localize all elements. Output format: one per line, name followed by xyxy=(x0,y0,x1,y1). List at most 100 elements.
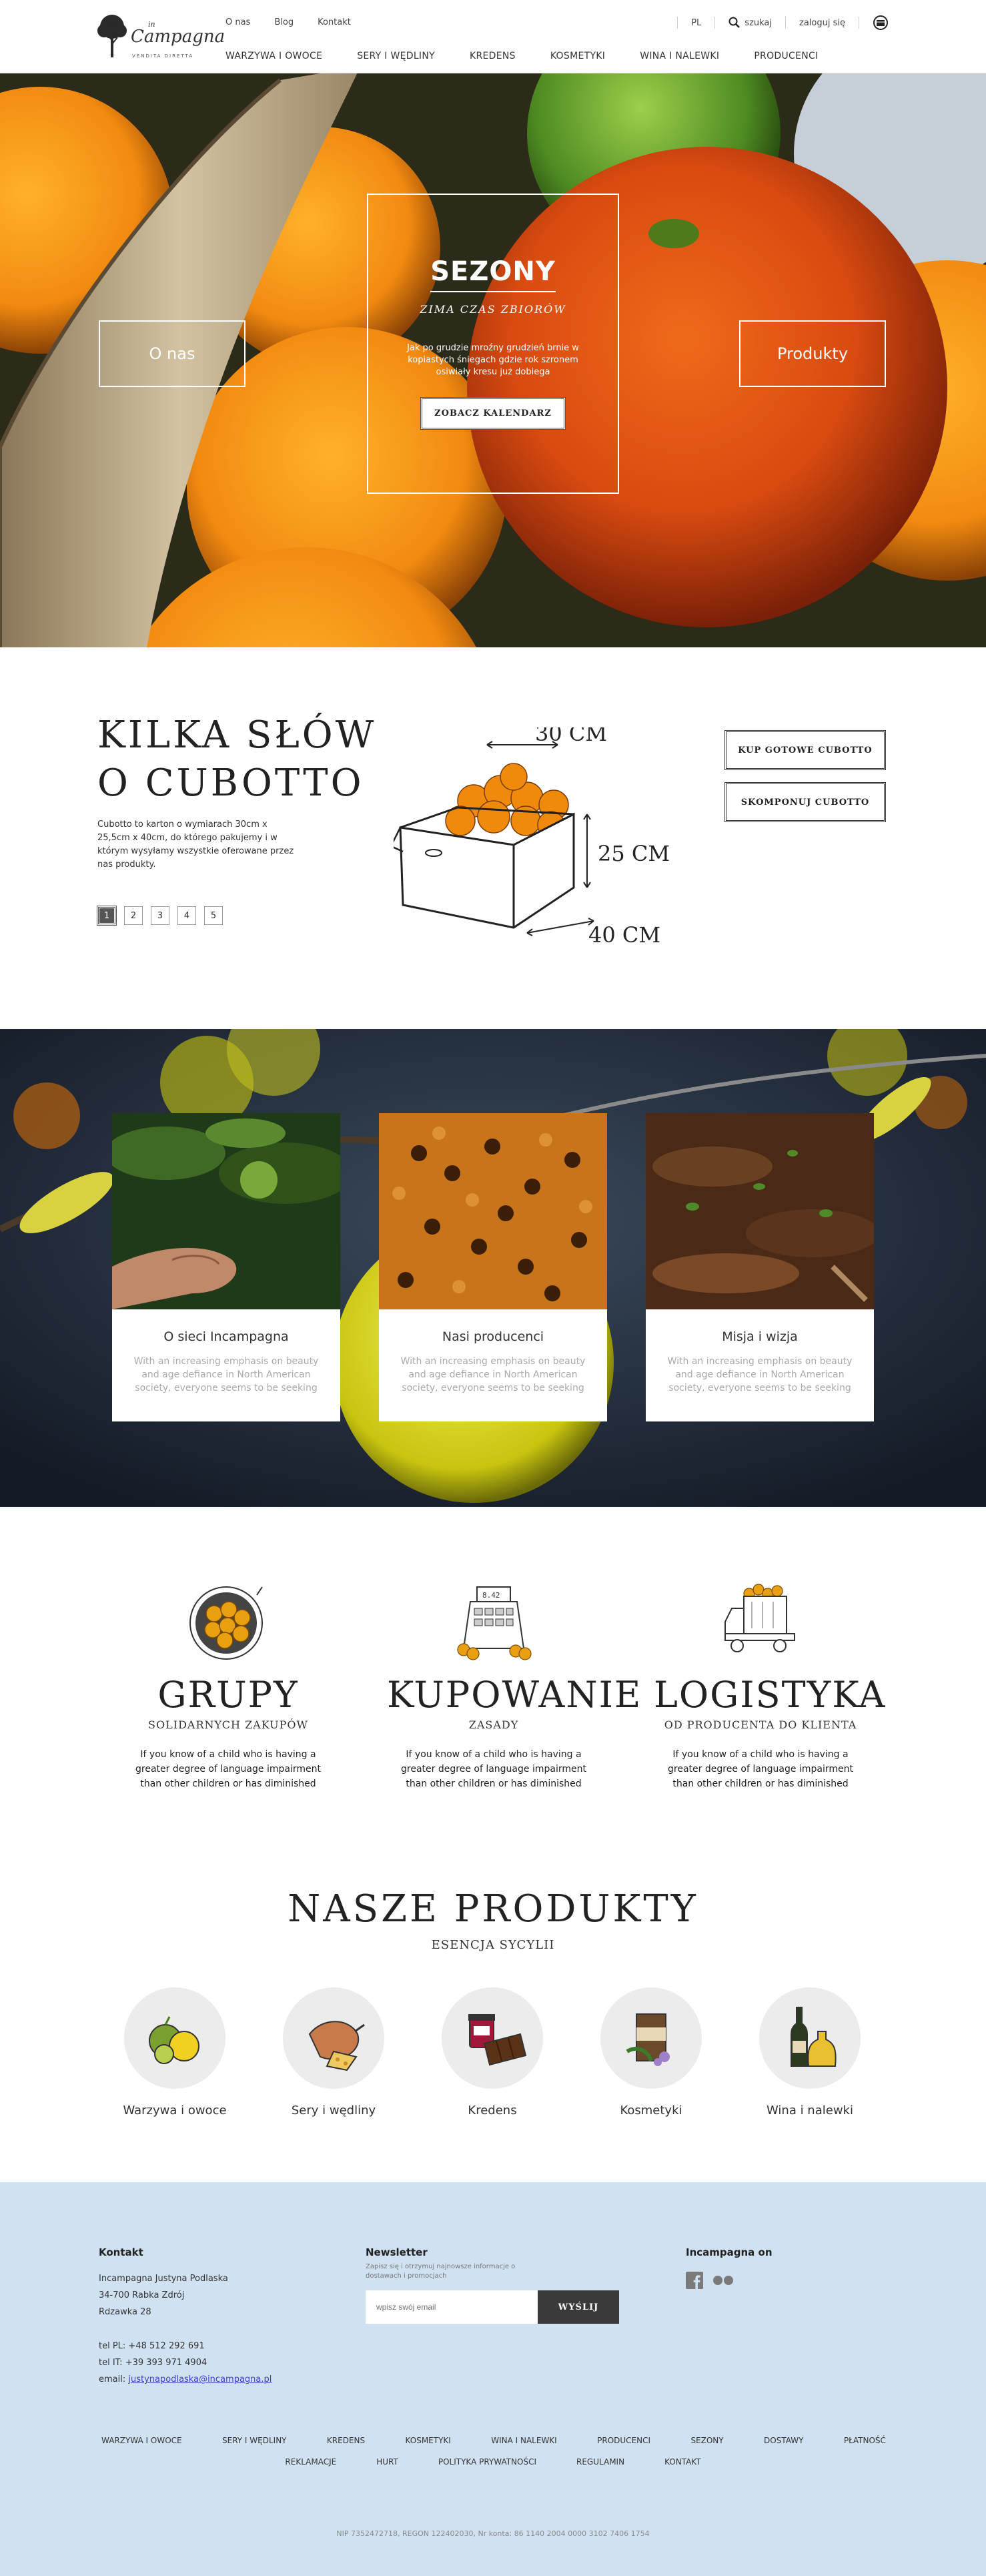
cart-box-icon[interactable] xyxy=(873,15,889,31)
footer-link-wina[interactable]: WINA I NALEWKI xyxy=(491,2436,556,2445)
page-button-5[interactable]: 5 xyxy=(204,906,223,925)
phone-it: tel IT: +39 393 971 4904 xyxy=(99,2358,207,2368)
footer-link-kosmetyki[interactable]: KOSMETYKI xyxy=(406,2436,451,2445)
cash-register-icon: 8.42 xyxy=(457,1586,532,1660)
nav-kredens[interactable]: KREDENS xyxy=(470,51,516,61)
footer-link-kredens[interactable]: KREDENS xyxy=(327,2436,365,2445)
facebook-icon[interactable] xyxy=(686,2272,703,2289)
card-image-soil-sprouts xyxy=(646,1113,874,1309)
card-text: With an increasing emphasis on beauty an… xyxy=(667,1356,853,1393)
nav-producenci[interactable]: PRODUCENCI xyxy=(754,51,818,61)
nav-warzywa-i-owoce[interactable]: WARZYWA I OWOCE xyxy=(225,51,322,61)
fruit-bowl-icon xyxy=(189,1586,263,1660)
footer-link-kontakt[interactable]: KONTAKT xyxy=(664,2457,701,2467)
product-label: Warzywa i owoce xyxy=(123,2104,227,2118)
newsletter-submit-button[interactable]: WYŚLIJ xyxy=(538,2290,619,2324)
divider xyxy=(714,17,716,29)
feature-logistics[interactable]: LOGISTYKA OD PRODUCENTA DO KLIENTA If yo… xyxy=(654,1582,887,1791)
email-label: email: xyxy=(99,2374,126,2384)
newsletter-heading: Newsletter xyxy=(366,2246,428,2258)
product-category-cosmetics[interactable]: Kosmetyki xyxy=(584,1987,718,2118)
jam-chocolate-icon xyxy=(442,1987,543,2089)
flickr-icon[interactable] xyxy=(712,2275,734,2286)
contact-heading: Kontakt xyxy=(99,2246,143,2258)
feature-text: If you know of a child who is having a g… xyxy=(401,1749,586,1789)
footer-link-regulamin[interactable]: REGULAMIN xyxy=(576,2457,624,2467)
about-us-button[interactable]: O nas xyxy=(99,320,245,387)
top-link-blog[interactable]: Blog xyxy=(274,17,294,27)
footer-link-platnosc[interactable]: PŁATNOŚĆ xyxy=(844,2436,886,2445)
wine-oil-icon xyxy=(759,1987,861,2089)
footer-link-sery[interactable]: SERY I WĘDLINY xyxy=(222,2436,287,2445)
utility-nav: PL szukaj zaloguj się xyxy=(677,15,889,31)
cubotto-text: Cubotto to karton o wymiarach 30cm x 25,… xyxy=(97,820,294,870)
main-nav: WARZYWA I OWOCE SERY I WĘDLINY KREDENS K… xyxy=(225,51,819,61)
card-producers[interactable]: Nasi producenci With an increasing empha… xyxy=(379,1113,607,1421)
nav-wina-i-nalewki[interactable]: WINA I NALEWKI xyxy=(640,51,719,61)
footer-link-producenci[interactable]: PRODUCENCI xyxy=(597,2436,650,2445)
nav-sery-i-wedliny[interactable]: SERY I WĘDLINY xyxy=(357,51,435,61)
top-link-o-nas[interactable]: O nas xyxy=(225,17,250,27)
footer-link-hurt[interactable]: HURT xyxy=(376,2457,398,2467)
newsletter-column: Newsletter Zapisz się i otrzymuj najnows… xyxy=(366,2246,619,2324)
phone-pl: tel PL: +48 512 292 691 xyxy=(99,2341,205,2351)
cubotto-title: KILKA SŁÓW O CUBOTTO xyxy=(97,711,376,808)
product-category-cheese[interactable]: Sery i wędliny xyxy=(267,1987,400,2118)
products-button[interactable]: Produkty xyxy=(739,320,886,387)
hero-title: SEZONY xyxy=(430,256,556,292)
newsletter-email-input[interactable] xyxy=(366,2290,538,2324)
divider xyxy=(785,17,787,29)
login-link[interactable]: zaloguj się xyxy=(799,18,845,28)
feature-shopping[interactable]: 8.42 KUPOWANIE ZASADY If you know of a c… xyxy=(387,1582,642,1791)
dimension-height-label: 25 CM xyxy=(598,841,670,866)
legal-info: NIP 7352472718, REGON 122402030, Nr kont… xyxy=(336,2529,650,2538)
footer-link-reklamacje[interactable]: REKLAMACJE xyxy=(285,2457,336,2467)
card-network[interactable]: O sieci Incampagna With an increasing em… xyxy=(112,1113,340,1421)
logo[interactable]: in Campagna VENDITA DIRETTA xyxy=(97,11,225,64)
card-image-honeycomb xyxy=(379,1113,607,1309)
buy-cubotto-button[interactable]: KUP GOTOWE CUBOTTO xyxy=(724,730,886,770)
footer-link-warzywa[interactable]: WARZYWA I OWOCE xyxy=(101,2436,182,2445)
page-button-2[interactable]: 2 xyxy=(124,906,143,925)
compose-cubotto-button[interactable]: SKOMPONUJ CUBOTTO xyxy=(724,782,886,822)
product-category-vegetables[interactable]: Warzywa i owoce xyxy=(108,1987,241,2118)
top-link-kontakt[interactable]: Kontakt xyxy=(318,17,351,27)
feature-subtitle: ZASADY xyxy=(468,1718,519,1731)
feature-subtitle: OD PRODUCENTA DO KLIENTA xyxy=(664,1718,857,1731)
card-mission[interactable]: Misja i wizja With an increasing emphasi… xyxy=(646,1113,874,1421)
dimension-depth-label: 40 CM xyxy=(588,922,660,948)
logo-text: Campagna xyxy=(131,27,225,47)
dimension-width-label: 30 CM xyxy=(535,727,607,746)
footer-link-polityka[interactable]: POLITYKA PRYWATNOŚCI xyxy=(438,2457,536,2467)
feature-title: GRUPY xyxy=(157,1674,299,1716)
card-text: With an increasing emphasis on beauty an… xyxy=(400,1356,586,1393)
page-button-4[interactable]: 4 xyxy=(177,906,196,925)
hero-subtitle: ZIMA CZAS ZBIORÓW xyxy=(420,303,566,316)
footer-link-dostawy[interactable]: DOSTAWY xyxy=(764,2436,803,2445)
nav-kosmetyki[interactable]: KOSMETYKI xyxy=(550,51,605,61)
cubotto-title-line2: O CUBOTTO xyxy=(97,761,364,805)
email-link[interactable]: justynapodlaska@incampagna.pl xyxy=(128,2374,272,2384)
calendar-button[interactable]: ZOBACZ KALENDARZ xyxy=(420,397,566,430)
product-category-wines[interactable]: Wina i nalewki xyxy=(743,1987,877,2118)
feature-title: KUPOWANIE xyxy=(387,1674,642,1716)
phone-block: tel PL: +48 512 292 691 tel IT: +39 393 … xyxy=(99,2338,272,2388)
email-line: email: justynapodlaska@incampagna.pl xyxy=(99,2371,272,2388)
about-cards-section: O sieci Incampagna With an increasing em… xyxy=(0,1029,986,1507)
page: in Campagna VENDITA DIRETTA O nas Blog K… xyxy=(0,0,986,2576)
site-footer: Kontakt Incampagna Justyna Podlaska 34-7… xyxy=(0,2182,986,2576)
feature-title: LOGISTYKA xyxy=(654,1674,887,1716)
page-button-1[interactable]: 1 xyxy=(97,906,117,926)
feature-text: If you know of a child who is having a g… xyxy=(135,1749,321,1789)
newsletter-form: WYŚLIJ xyxy=(366,2290,619,2324)
tree-logo-icon xyxy=(97,15,127,57)
site-header: in Campagna VENDITA DIRETTA O nas Blog K… xyxy=(0,0,986,73)
search-button[interactable]: szukaj xyxy=(728,17,772,29)
divider xyxy=(677,17,678,29)
product-category-pantry[interactable]: Kredens xyxy=(426,1987,559,2118)
card-text: With an increasing emphasis on beauty an… xyxy=(133,1356,319,1393)
page-button-3[interactable]: 3 xyxy=(151,906,169,925)
footer-link-sezony[interactable]: SEZONY xyxy=(690,2436,723,2445)
language-switch[interactable]: PL xyxy=(691,18,701,28)
feature-groups[interactable]: GRUPY SOLIDARNYCH ZAKUPÓW If you know of… xyxy=(121,1582,335,1791)
